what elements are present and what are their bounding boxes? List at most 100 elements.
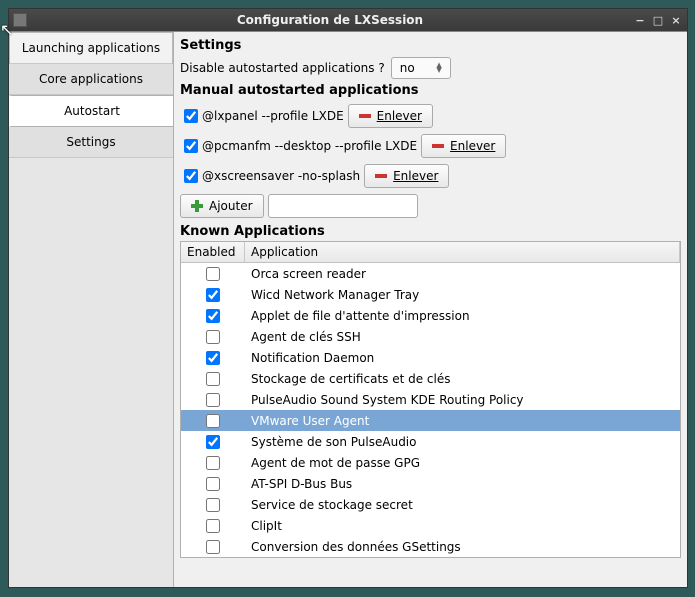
cell-enabled [181,414,245,428]
table-row[interactable]: Système de son PulseAudio [181,431,680,452]
add-command-input[interactable] [268,194,418,218]
table-row[interactable]: Agent de clés SSH [181,326,680,347]
col-enabled[interactable]: Enabled [181,242,245,262]
cell-application: Applet de file d'attente d'impression [245,309,680,323]
minus-icon [359,114,371,118]
table-row[interactable]: Agent de mot de passe GPG [181,452,680,473]
disable-autostart-label: Disable autostarted applications ? [180,61,385,75]
spin-icon: ▲▼ [436,63,441,73]
cell-application: Wicd Network Manager Tray [245,288,680,302]
manual-item: @pcmanfm --desktop --profile LXDE Enlever [184,134,681,158]
manual-item-command: @pcmanfm --desktop --profile LXDE [202,139,417,153]
table-row[interactable]: Stockage de certificats et de clés [181,368,680,389]
cell-enabled [181,393,245,407]
cell-enabled [181,456,245,470]
add-button[interactable]: Ajouter [180,194,264,218]
table-row[interactable]: AT-SPI D-Bus Bus [181,473,680,494]
cell-enabled [181,372,245,386]
enabled-checkbox[interactable] [206,435,220,449]
tab-launching-applications[interactable]: Launching applications [9,32,173,64]
table-row[interactable]: VMware User Agent [181,410,680,431]
table-row[interactable]: Orca screen reader [181,263,680,284]
window-title: Configuration de LXSession [27,13,633,27]
cell-application: Stockage de certificats et de clés [245,372,680,386]
tab-label: Launching applications [22,41,160,55]
remove-button[interactable]: Enlever [364,164,449,188]
table-row[interactable]: Conversion des données GSettings [181,536,680,557]
tab-label: Core applications [39,72,143,86]
content-pane: Settings Disable autostarted application… [174,32,687,587]
enabled-checkbox[interactable] [206,267,220,281]
table-row[interactable]: Applet de file d'attente d'impression [181,305,680,326]
cell-enabled [181,351,245,365]
cell-application: PulseAudio Sound System KDE Routing Poli… [245,393,680,407]
enabled-checkbox[interactable] [206,393,220,407]
cell-application: Service de stockage secret [245,498,680,512]
cell-enabled [181,267,245,281]
enabled-checkbox[interactable] [206,288,220,302]
cell-application: Agent de mot de passe GPG [245,456,680,470]
minus-icon [375,174,387,178]
cell-enabled [181,519,245,533]
table-row[interactable]: PulseAudio Sound System KDE Routing Poli… [181,389,680,410]
tab-settings[interactable]: Settings [9,127,173,158]
cell-enabled [181,330,245,344]
remove-button-label: Enlever [377,109,422,123]
main-window: Configuration de LXSession − □ × Launchi… [8,8,688,588]
table-row[interactable]: Notification Daemon [181,347,680,368]
enabled-checkbox[interactable] [206,330,220,344]
col-application[interactable]: Application [245,242,680,262]
add-button-label: Ajouter [209,199,253,213]
cell-application: ClipIt [245,519,680,533]
enabled-checkbox[interactable] [206,414,220,428]
maximize-button[interactable]: □ [651,13,665,27]
manual-item-command: @xscreensaver -no-splash [202,169,360,183]
sidebar: Launching applications Core applications… [9,32,174,587]
manual-item-checkbox[interactable] [184,169,198,183]
remove-button[interactable]: Enlever [421,134,506,158]
minus-icon [432,144,444,148]
enabled-checkbox[interactable] [206,351,220,365]
enabled-checkbox[interactable] [206,456,220,470]
cell-application: Notification Daemon [245,351,680,365]
remove-button[interactable]: Enlever [348,104,433,128]
table-header: Enabled Application [181,242,680,263]
cell-enabled [181,309,245,323]
known-applications-table: Enabled Application Orca screen reader Wi… [180,241,681,558]
enabled-checkbox[interactable] [206,540,220,554]
minimize-button[interactable]: − [633,13,647,27]
remove-button-label: Enlever [450,139,495,153]
cell-application: Orca screen reader [245,267,680,281]
plus-icon [191,200,203,212]
disable-autostart-combobox[interactable]: no ▲▼ [391,57,451,79]
manual-autostart-list: @lxpanel --profile LXDEEnlever @pcmanfm -… [184,104,681,188]
enabled-checkbox[interactable] [206,372,220,386]
table-row[interactable]: Service de stockage secret [181,494,680,515]
tab-label: Autostart [64,104,120,118]
cell-enabled [181,477,245,491]
cell-enabled [181,435,245,449]
combobox-value: no [400,61,415,75]
enabled-checkbox[interactable] [206,309,220,323]
enabled-checkbox[interactable] [206,498,220,512]
manual-item-checkbox[interactable] [184,109,198,123]
tab-autostart[interactable]: Autostart [9,95,173,127]
enabled-checkbox[interactable] [206,477,220,491]
cell-application: VMware User Agent [245,414,680,428]
manual-heading: Manual autostarted applications [180,83,681,98]
manual-item: @lxpanel --profile LXDEEnlever [184,104,681,128]
titlebar[interactable]: Configuration de LXSession − □ × [9,9,687,31]
remove-button-label: Enlever [393,169,438,183]
manual-item: @xscreensaver -no-splash Enlever [184,164,681,188]
manual-item-checkbox[interactable] [184,139,198,153]
tab-core-applications[interactable]: Core applications [9,64,173,95]
tab-label: Settings [66,135,115,149]
cell-enabled [181,498,245,512]
close-button[interactable]: × [669,13,683,27]
cell-enabled [181,540,245,554]
table-row[interactable]: ClipIt [181,515,680,536]
settings-heading: Settings [180,38,681,53]
enabled-checkbox[interactable] [206,519,220,533]
table-row[interactable]: Wicd Network Manager Tray [181,284,680,305]
app-icon [13,13,27,27]
